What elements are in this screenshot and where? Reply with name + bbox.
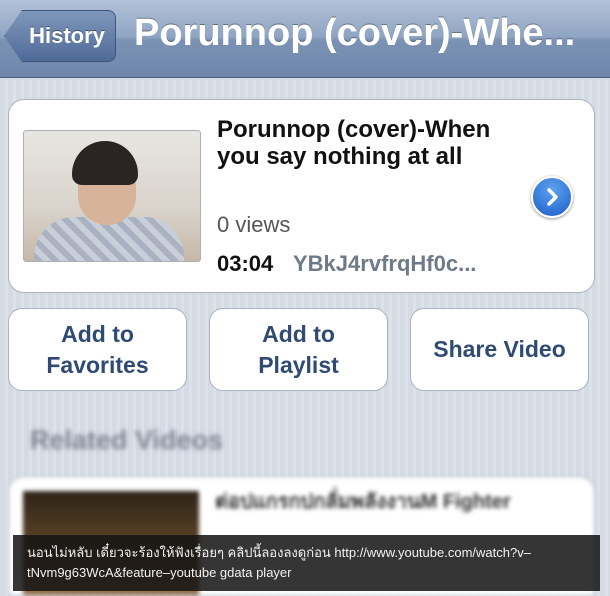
- add-to-favorites-button[interactable]: Add to Favorites: [8, 308, 187, 391]
- video-card[interactable]: Porunnop (cover)-When you say nothing at…: [8, 99, 595, 293]
- video-thumbnail[interactable]: [23, 130, 201, 262]
- content-area: Porunnop (cover)-When you say nothing at…: [0, 79, 610, 596]
- add-to-playlist-button[interactable]: Add to Playlist: [209, 308, 388, 391]
- video-views: 0 views: [217, 212, 291, 237]
- caption-overlay: นอนไม่หลับ เดี๋ยวจะร้องให้ฟังเรื่อยๆ คลิ…: [13, 535, 600, 591]
- chevron-right-icon[interactable]: [531, 176, 573, 218]
- related-videos-header: Related Videos: [30, 425, 224, 455]
- video-id: YBkJ4rvfrqHf0c...: [293, 251, 477, 276]
- video-title: Porunnop (cover)-When you say nothing at…: [217, 116, 491, 170]
- share-video-button[interactable]: Share Video: [410, 308, 589, 391]
- history-back-button[interactable]: History: [4, 10, 116, 62]
- video-duration: 03:04: [217, 251, 274, 276]
- navigation-bar: History Porunnop (cover)-Whe...: [0, 0, 610, 78]
- page-title: Porunnop (cover)-Whe...: [134, 12, 576, 54]
- related-video-title: ต่อปแกรกปกลั่มพลังงานM Fighter: [215, 491, 511, 513]
